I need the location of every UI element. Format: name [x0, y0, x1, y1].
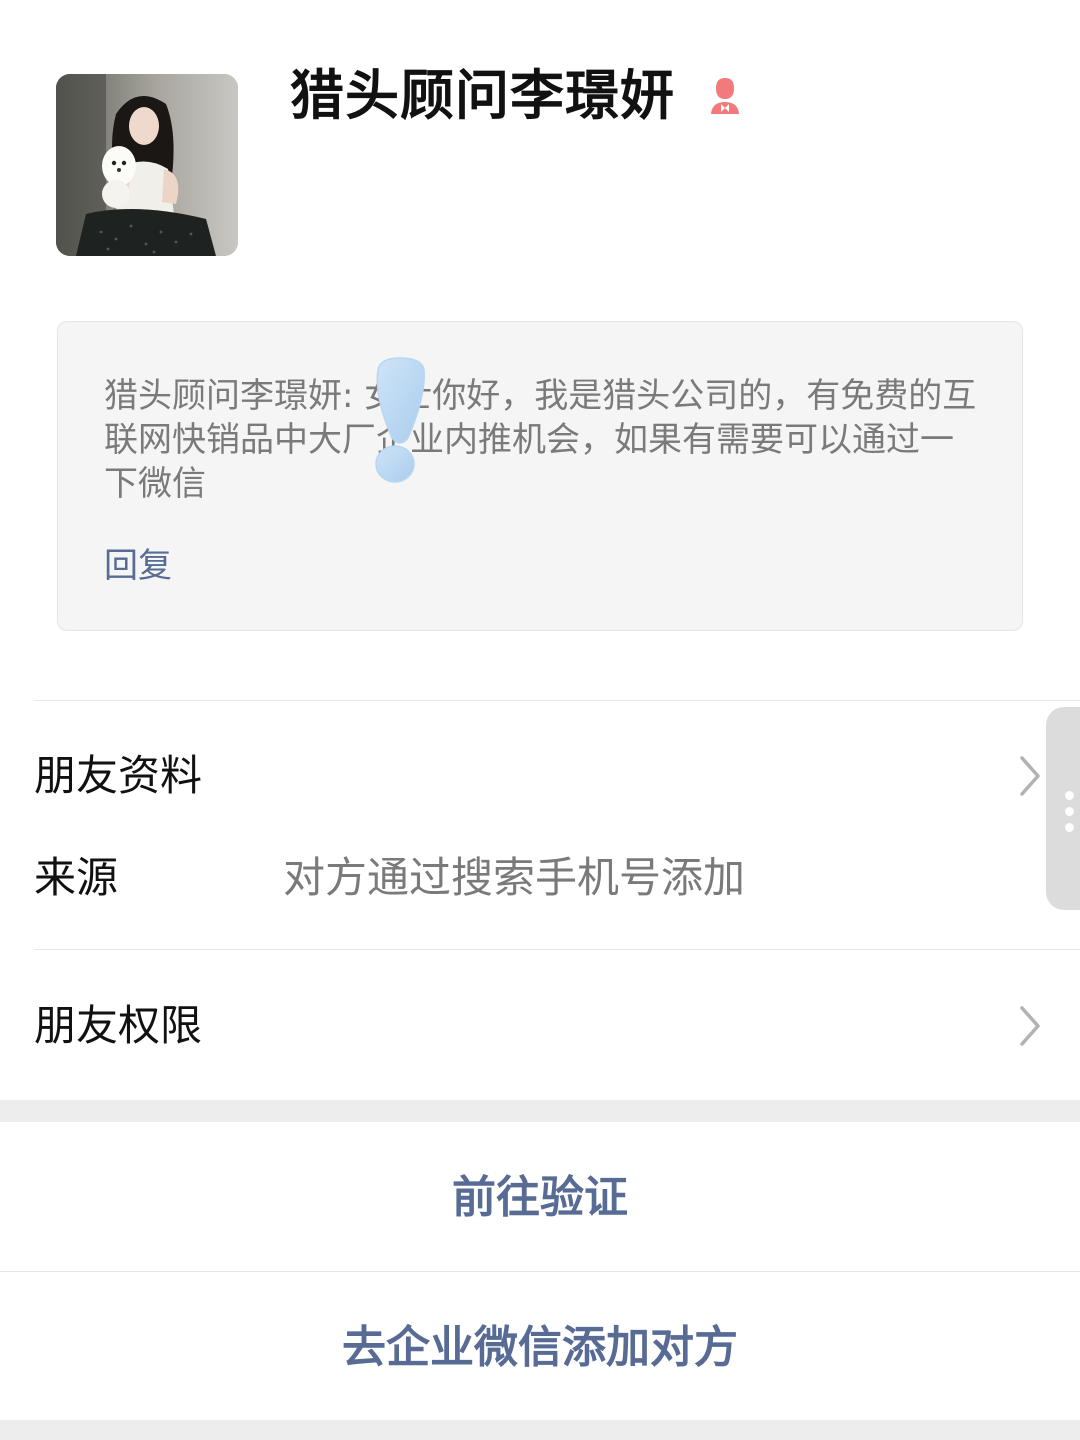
avatar[interactable]: [56, 74, 238, 256]
handle-dot: [1065, 791, 1074, 800]
verification-message-text: 猎头顾问李璟妍: 女士你好，我是猎头公司的，有免费的互联网快销品中大厂企业内推机…: [104, 376, 977, 504]
verification-message-card: 猎头顾问李璟妍: 女士你好，我是猎头公司的，有免费的互联网快销品中大厂企业内推机…: [57, 321, 1023, 631]
female-icon: [711, 78, 739, 114]
section-divider: [34, 700, 1080, 701]
friend-info-row[interactable]: 朋友资料: [0, 702, 1046, 852]
exclamation-sticker-icon: [375, 357, 425, 483]
chevron-right-icon: [1020, 756, 1040, 796]
reply-link[interactable]: 回复: [104, 544, 172, 588]
friend-permission-row[interactable]: 朋友权限: [0, 950, 1080, 1100]
contact-verification-page: 猎头顾问李璟妍 猎头顾问李璟妍: 女士你好，我是猎头公司的，有免费的互联网快销品…: [0, 0, 1080, 1440]
side-floating-handle[interactable]: [1046, 707, 1080, 910]
friend-info-label: 朋友资料: [34, 751, 203, 800]
handle-dot: [1065, 823, 1074, 832]
bottom-band: [0, 1420, 1080, 1440]
friend-permission-label: 朋友权限: [34, 1001, 203, 1050]
source-label: 来源: [34, 853, 119, 902]
avatar-photo: [56, 74, 238, 256]
go-verify-button[interactable]: 前往验证: [0, 1168, 1080, 1228]
contact-name: 猎头顾问李璟妍: [290, 64, 675, 127]
section-gap: [0, 1100, 1080, 1122]
handle-dot: [1065, 807, 1074, 816]
action-divider: [0, 1271, 1080, 1272]
source-value: 对方通过搜索手机号添加: [283, 853, 746, 902]
chevron-right-icon: [1020, 1006, 1040, 1046]
add-via-enterprise-wechat-button[interactable]: 去企业微信添加对方: [0, 1318, 1080, 1378]
